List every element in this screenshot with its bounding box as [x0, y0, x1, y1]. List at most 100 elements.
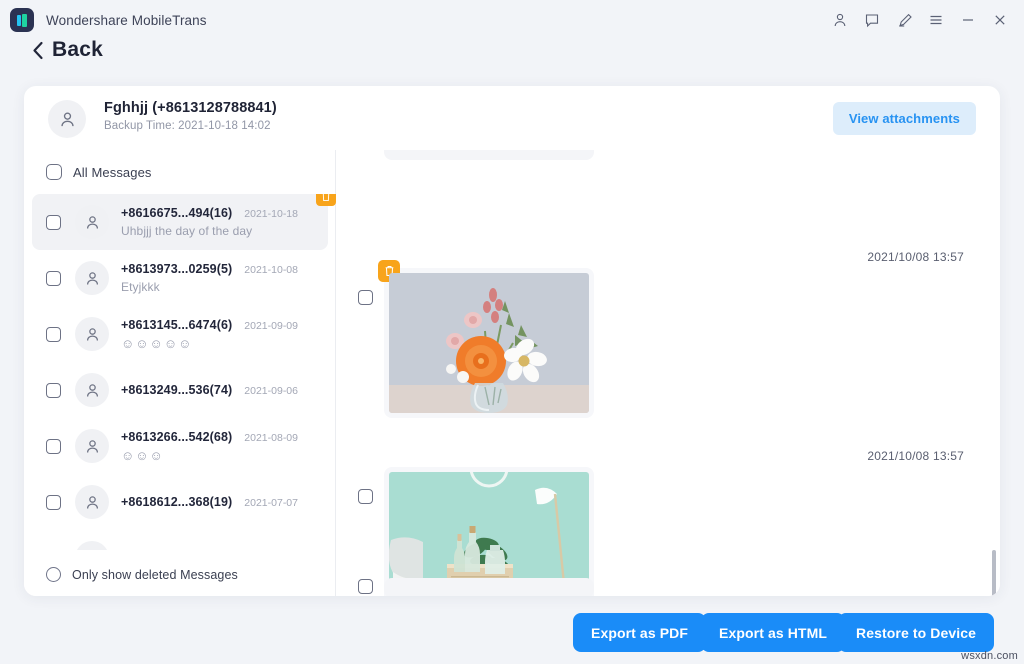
conversation-text: +8613266...542(68) 2021-08-09 ☺☺☺	[121, 430, 328, 463]
all-messages-label: All Messages	[73, 165, 152, 180]
conversation-date: 2021-07-07	[244, 497, 298, 509]
message-item[interactable]	[358, 467, 594, 596]
conversation-number: +8618612...368(19)	[121, 495, 232, 509]
message-image-wrapper[interactable]	[384, 268, 594, 418]
app-title: Wondershare MobileTrans	[46, 13, 207, 28]
export-as-html-button[interactable]: Export as HTML	[701, 613, 845, 652]
person-icon	[84, 494, 101, 511]
clipped-message-bubble-top	[384, 150, 594, 160]
clipped-message-bubble-bottom	[384, 578, 594, 596]
conversation-preview: ☺☺☺	[121, 448, 328, 463]
title-bar: Wondershare MobileTrans	[0, 0, 1024, 40]
back-label: Back	[52, 38, 103, 62]
conversation-row[interactable]: +8616675...494(16) 2021-10-18 Uhbjjj the d…	[32, 194, 328, 250]
conversation-text: +8613973...0259(5) 2021-10-08 Etyjkkk	[121, 262, 328, 294]
photo-flowers[interactable]	[389, 273, 589, 413]
conversation-avatar	[75, 373, 109, 407]
conversation-row[interactable]: +8618688...120(42)2020-11-12	[32, 530, 328, 550]
contact-header: Fghhjj (+8613128788841) Backup Time: 202…	[24, 86, 1000, 150]
person-icon	[84, 270, 101, 287]
main-card: Fghhjj (+8613128788841) Backup Time: 202…	[24, 86, 1000, 596]
feedback-icon[interactable]	[856, 4, 888, 36]
person-icon	[58, 110, 77, 129]
message-timestamp: 2021/10/08 13:57	[867, 449, 964, 463]
conversation-checkbox[interactable]	[46, 327, 61, 342]
conversation-text: +8618612...368(19) 2021-07-07	[121, 495, 328, 509]
only-deleted-radio[interactable]	[46, 567, 61, 582]
message-checkbox[interactable]	[358, 579, 373, 594]
person-icon	[84, 326, 101, 343]
chevron-left-icon	[32, 41, 44, 60]
conversation-number: +8613266...542(68)	[121, 430, 232, 444]
conversation-row[interactable]: +8618612...368(19) 2021-07-07	[32, 474, 328, 530]
conversation-avatar	[75, 485, 109, 519]
conversation-checkbox[interactable]	[46, 215, 61, 230]
close-icon[interactable]	[984, 4, 1016, 36]
message-checkbox[interactable]	[358, 290, 373, 305]
conversation-date: 2021-10-18	[244, 208, 298, 220]
conversation-preview: Etyjkkk	[121, 280, 328, 294]
conversation-number: +8613249...536(74)	[121, 383, 232, 397]
conversation-checkbox[interactable]	[46, 383, 61, 398]
message-timestamp: 2021/10/08 13:57	[867, 250, 964, 264]
only-deleted-toggle[interactable]: Only show deleted Messages	[46, 567, 238, 582]
person-icon	[84, 382, 101, 399]
conversation-row[interactable]: +8613249...536(74) 2021-09-06	[32, 362, 328, 418]
account-icon[interactable]	[824, 4, 856, 36]
flowers-in-vase-image	[389, 273, 589, 413]
conversation-date: 2021-08-09	[244, 432, 298, 444]
all-messages-checkbox[interactable]	[46, 164, 62, 180]
message-scroll-area[interactable]: 2021/10/08 13:57	[336, 150, 1000, 596]
conversation-row[interactable]: +8613973...0259(5) 2021-10-08 Etyjkkk	[32, 250, 328, 306]
conversation-number: +8613145...6474(6)	[121, 318, 232, 332]
conversation-list[interactable]: +8616675...494(16) 2021-10-18 Uhbjjj the d…	[24, 194, 336, 550]
conversation-date: 2021-09-09	[244, 320, 298, 332]
menu-icon[interactable]	[920, 4, 952, 36]
conversation-avatar	[75, 429, 109, 463]
conversation-checkbox[interactable]	[46, 271, 61, 286]
message-image-wrapper[interactable]	[384, 467, 594, 596]
contact-name: Fghhjj (+8613128788841)	[104, 100, 277, 116]
trash-icon	[321, 194, 331, 202]
conversation-checkbox[interactable]	[46, 495, 61, 510]
conversation-row[interactable]: +8613145...6474(6) 2021-09-09 ☺☺☺☺☺	[32, 306, 328, 362]
conversation-avatar	[75, 317, 109, 351]
conversation-preview: Uhbjjj the day of the day	[121, 224, 328, 238]
person-icon	[84, 438, 101, 455]
app-logo-icon	[10, 8, 34, 32]
conversation-checkbox[interactable]	[46, 439, 61, 454]
message-scrollbar[interactable]	[992, 550, 996, 596]
all-messages-toggle[interactable]: All Messages	[46, 164, 152, 180]
conversation-avatar	[75, 261, 109, 295]
conversation-text: +8613249...536(74) 2021-09-06	[121, 383, 328, 397]
minimize-icon[interactable]	[952, 4, 984, 36]
conversation-avatar	[75, 205, 109, 239]
view-attachments-button[interactable]: View attachments	[833, 102, 976, 135]
message-item[interactable]	[358, 268, 594, 418]
back-button[interactable]: Back	[32, 38, 103, 62]
watermark: wsxdn.com	[961, 650, 1018, 662]
conversation-date: 2021-09-06	[244, 385, 298, 397]
conversation-row[interactable]: +8613266...542(68) 2021-08-09 ☺☺☺	[32, 418, 328, 474]
restore-to-device-button[interactable]: Restore to Device	[838, 613, 994, 652]
person-icon	[84, 550, 101, 551]
footer-actions: Export as PDF Export as HTML Restore to …	[0, 604, 1024, 664]
conversation-sidebar: All Messages +8616675...494(16) 2021-10-1…	[24, 150, 336, 596]
edit-icon[interactable]	[888, 4, 920, 36]
message-panel: 2021/10/08 13:57	[336, 150, 1000, 596]
conversation-avatar	[75, 541, 109, 550]
avatar	[48, 100, 86, 138]
export-as-pdf-button[interactable]: Export as PDF	[573, 613, 706, 652]
conversation-text: +8616675...494(16) 2021-10-18 Uhbjjj the d…	[121, 206, 328, 238]
backup-time: Backup Time: 2021-10-18 14:02	[104, 120, 277, 132]
only-deleted-label: Only show deleted Messages	[72, 568, 238, 582]
message-checkbox[interactable]	[358, 489, 373, 504]
conversation-preview: ☺☺☺☺☺	[121, 336, 328, 351]
window-controls	[824, 0, 1016, 40]
deleted-badge-icon	[316, 194, 336, 206]
conversation-number: +8613973...0259(5)	[121, 262, 232, 276]
conversation-date: 2021-10-08	[244, 264, 298, 276]
person-icon	[84, 214, 101, 231]
conversation-number: +8616675...494(16)	[121, 206, 232, 220]
conversation-text: +8613145...6474(6) 2021-09-09 ☺☺☺☺☺	[121, 318, 328, 351]
